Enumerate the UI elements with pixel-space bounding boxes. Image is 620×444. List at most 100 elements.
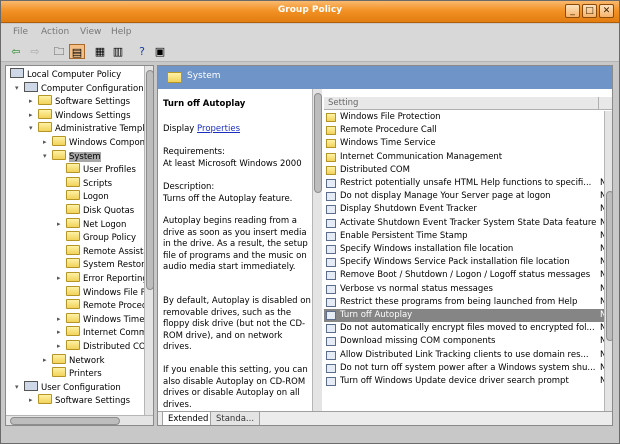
list-folder-row[interactable]: Distributed COM (324, 164, 612, 177)
tree-item[interactable]: Disk Quotas (66, 204, 134, 217)
expand-icon[interactable]: ▸ (29, 394, 38, 407)
folder-icon (326, 113, 336, 122)
column-separator[interactable] (598, 97, 599, 110)
collapse-icon[interactable]: ▾ (15, 82, 24, 95)
folder-icon (66, 163, 80, 174)
tree-item[interactable]: ▸ Software Settings (29, 394, 130, 407)
tree-item[interactable]: ▸Internet Communication Management (57, 326, 153, 339)
list-scroll-thumb[interactable] (606, 191, 612, 341)
list-setting-row[interactable]: Restrict these programs from being launc… (324, 296, 612, 309)
list-setting-row[interactable]: Activate Shutdown Event Tracker System S… (324, 217, 612, 230)
tab-extended[interactable]: Extended (162, 412, 215, 425)
tree-hscroll-thumb[interactable] (10, 417, 120, 425)
list-setting-row[interactable]: Specify Windows Service Pack installatio… (324, 256, 612, 269)
tree-item[interactable]: Remote Assistance (66, 244, 153, 258)
expand-icon[interactable]: ▸ (29, 95, 38, 108)
tree-item[interactable]: ▾ System (43, 149, 101, 163)
tree-item[interactable]: ▸Windows Time Service (57, 312, 153, 326)
column-header-setting[interactable]: Setting (328, 98, 358, 108)
list-setting-row[interactable]: Allow Distributed Link Tracking clients … (324, 349, 612, 362)
minimize-button[interactable]: _ (565, 4, 580, 18)
tree-vertical-scrollbar[interactable] (144, 66, 153, 415)
list-folder-row[interactable]: Internet Communication Management (324, 151, 612, 164)
tree-item[interactable]: ▸ Network (43, 353, 105, 367)
tree-item[interactable]: ▸ Distributed COM (57, 340, 153, 353)
collapse-icon[interactable]: ▾ (15, 381, 24, 394)
tree-item[interactable]: ▸ Windows Components (43, 136, 153, 149)
description-value: Turns off the Autoplay feature. (163, 194, 293, 204)
tree-item[interactable]: Scripts (66, 176, 112, 190)
tree-item-label: System Restore (83, 260, 150, 271)
tree-horizontal-scrollbar[interactable] (6, 415, 153, 425)
list-setting-row[interactable]: Remove Boot / Shutdown / Logon / Logoff … (324, 269, 612, 282)
folder-icon (66, 217, 80, 228)
list-setting-row[interactable]: Specify Windows installation file locati… (324, 243, 612, 256)
list-setting-row[interactable]: Restrict potentially unsafe HTML Help fu… (324, 177, 612, 190)
list-setting-row[interactable]: Do not automatically encrypt files moved… (324, 322, 612, 335)
collapse-icon[interactable]: ▾ (43, 150, 52, 163)
tree-scroll-thumb[interactable] (146, 70, 153, 290)
expand-icon[interactable]: ▸ (29, 109, 38, 122)
tree-item[interactable]: Printers (52, 367, 102, 380)
tree-item[interactable]: Local Computer Policy (10, 68, 121, 81)
tree-item[interactable]: Group Policy (66, 231, 136, 244)
forward-arrow-icon[interactable]: ⇨ (27, 44, 43, 59)
expand-icon[interactable]: ▸ (43, 136, 52, 149)
description-scrollbar[interactable] (312, 89, 322, 411)
list-row-label: Allow Distributed Link Tracking clients … (340, 349, 589, 360)
tree-item-label: Logon (83, 192, 109, 203)
menu-file[interactable]: File (13, 27, 28, 37)
tree-item[interactable]: Logon (66, 190, 109, 203)
tree-item[interactable]: ▸ Error Reporting (57, 272, 148, 285)
tree-item[interactable]: ▸ Windows Settings (29, 108, 131, 122)
list-setting-row[interactable]: Display Shutdown Event TrackerN (324, 203, 612, 216)
expand-icon[interactable]: ▸ (57, 313, 66, 326)
list-setting-row[interactable]: Turn off AutoplayN (324, 309, 612, 322)
help-icon[interactable]: ? (134, 44, 150, 59)
expand-icon[interactable]: ▸ (57, 340, 66, 353)
group-policy-window: Group Policy _ □ ✕ File Action View Help… (0, 0, 620, 444)
expand-icon[interactable]: ▸ (57, 272, 66, 285)
properties-icon[interactable]: ▦ (92, 44, 108, 59)
tree-item-label: Network (69, 355, 105, 366)
tree-item[interactable]: Windows File Protection (66, 285, 153, 299)
maximize-button[interactable]: □ (582, 4, 597, 18)
tree-item[interactable]: ▾ Computer Configuration (15, 81, 144, 95)
title-bar[interactable]: Group Policy _ □ ✕ (1, 1, 619, 23)
list-setting-row[interactable]: Enable Persistent Time StampN (324, 230, 612, 243)
list-setting-row[interactable]: Turn off Windows Update device driver se… (324, 375, 612, 388)
menu-help[interactable]: Help (111, 27, 132, 37)
tree-item[interactable]: ▸ Software Settings (29, 95, 130, 108)
toggle-pane-icon[interactable]: ▣ (152, 44, 168, 59)
close-button[interactable]: ✕ (599, 4, 614, 18)
tree-item[interactable]: Remote Procedure Call (66, 299, 153, 312)
properties-link[interactable]: Properties (197, 124, 240, 134)
tree-item[interactable]: ▾ User Configuration (15, 380, 121, 394)
list-folder-row[interactable]: Remote Procedure Call (324, 124, 612, 137)
menu-view[interactable]: View (80, 27, 101, 37)
expand-icon[interactable]: ▸ (43, 354, 52, 367)
tree-item[interactable]: ▸ Net Logon (57, 217, 126, 231)
menu-action[interactable]: Action (41, 27, 69, 37)
export-list-icon[interactable]: ▥ (110, 44, 126, 59)
list-setting-row[interactable]: Download missing COM componentsN (324, 335, 612, 348)
description-scroll-thumb[interactable] (314, 93, 322, 193)
tree-item[interactable]: System Restore (66, 258, 150, 271)
back-arrow-icon[interactable]: ⇦ (8, 44, 24, 59)
list-row-label: Display Shutdown Event Tracker (340, 204, 477, 215)
list-scrollbar[interactable] (604, 111, 612, 411)
tree-item[interactable]: User Profiles (66, 163, 136, 176)
expand-icon[interactable]: ▸ (57, 218, 66, 231)
details-pane: System Turn off Autoplay Display Propert… (157, 65, 613, 426)
collapse-icon[interactable]: ▾ (29, 122, 38, 135)
show-hide-tree-icon[interactable]: ▤ (69, 44, 85, 59)
expand-icon[interactable]: ▸ (57, 326, 66, 339)
list-setting-row[interactable]: Do not turn off system power after a Win… (324, 362, 612, 375)
list-setting-row[interactable]: Do not display Manage Your Server page a… (324, 190, 612, 203)
tree-item[interactable]: ▾ Administrative Templates (29, 122, 153, 135)
list-folder-row[interactable]: Windows File Protection (324, 111, 612, 124)
list-folder-row[interactable]: Windows Time Service (324, 137, 612, 150)
up-folder-icon[interactable]: 🗀 (51, 44, 67, 59)
tab-standard[interactable]: Standa... (210, 412, 261, 425)
list-setting-row[interactable]: Verbose vs normal status messagesN (324, 283, 612, 296)
